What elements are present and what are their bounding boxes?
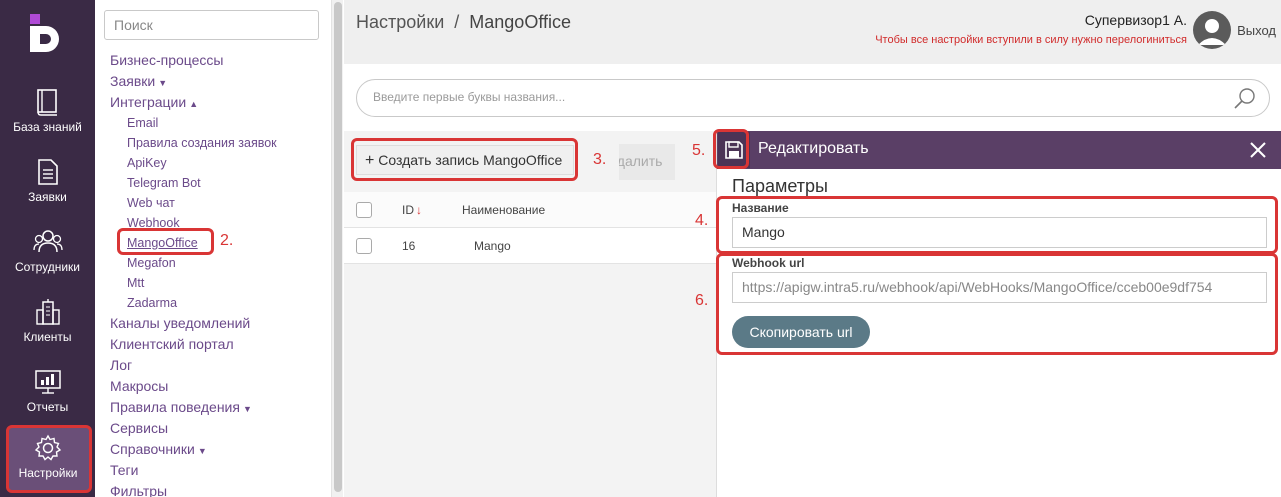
name-field-label: Название [732, 201, 789, 215]
rail-item-clients[interactable]: Клиенты [0, 292, 95, 358]
edit-panel-header: Редактировать [717, 131, 1281, 169]
tree-item-business-processes[interactable]: Бизнес-процессы [110, 52, 223, 68]
relogin-warning: Чтобы все настройки вступили в силу нужн… [875, 34, 1187, 46]
main-search-box [356, 79, 1270, 117]
annotation-number-3: 3. [593, 151, 607, 168]
rail-item-settings[interactable]: Настройки [6, 428, 90, 490]
scrollbar-thumb[interactable] [334, 2, 342, 492]
rail-label: Отчеты [26, 400, 69, 414]
settings-tree: Бизнес-процессы Заявки▼ Интеграции▲ Emai… [95, 0, 330, 497]
edit-panel-title: Редактировать [758, 140, 869, 157]
records-list-panel: + Создать запись MangoOffice Удалить ID↓… [344, 131, 716, 497]
document-icon [37, 159, 58, 185]
rail-label: Заявки [28, 190, 67, 204]
tree-sub-telegram-bot[interactable]: Telegram Bot [127, 176, 201, 190]
caret-up-icon: ▲ [189, 99, 199, 109]
tree-item-macros[interactable]: Макросы [110, 378, 168, 394]
main-search-input[interactable] [373, 90, 1213, 104]
rail-item-employees[interactable]: Сотрудники [0, 222, 95, 288]
avatar[interactable] [1193, 11, 1231, 49]
tree-sub-apikey[interactable]: ApiKey [127, 156, 167, 170]
row-name: Mango [474, 239, 511, 253]
rail-item-knowledge-base[interactable]: База знаний [0, 82, 95, 148]
records-table: ID ↓ Наименование 16 Mango [344, 192, 716, 264]
close-icon[interactable] [1248, 140, 1268, 160]
table-row[interactable]: 16 Mango [344, 228, 716, 264]
save-button[interactable] [718, 132, 750, 168]
tree-sub-request-rules[interactable]: Правила создания заявок [127, 136, 277, 150]
chart-monitor-icon [34, 370, 61, 394]
caret-down-icon: ▼ [158, 78, 168, 88]
row-id: 16 [402, 239, 416, 253]
annotation-number-5: 5. [692, 142, 706, 159]
rail-label: Сотрудники [15, 260, 80, 274]
building-icon [35, 299, 60, 325]
tree-search-input[interactable] [104, 10, 319, 40]
copy-url-button[interactable]: Скопировать url [732, 316, 870, 348]
tree-item-directories[interactable]: Справочники ▼ [110, 441, 207, 457]
search-icon[interactable] [1233, 87, 1257, 111]
user-name[interactable]: Супервизор1 А. [1085, 12, 1187, 28]
breadcrumb-separator: / [454, 12, 460, 32]
create-record-button[interactable]: + Создать запись MangoOffice [356, 145, 574, 175]
create-record-label: Создать запись MangoOffice [378, 152, 563, 168]
tree-sub-megafon[interactable]: Megafon [127, 256, 176, 270]
rail-item-reports[interactable]: Отчеты [0, 362, 95, 428]
gear-icon [34, 434, 62, 461]
name-field[interactable]: Mango [732, 217, 1267, 248]
rail-label: Настройки [18, 466, 78, 480]
column-header-id[interactable]: ID ↓ [402, 203, 422, 217]
tree-sub-mangooffice[interactable]: MangoOffice [127, 236, 198, 250]
row-checkbox[interactable] [356, 238, 372, 254]
tree-item-client-portal[interactable]: Клиентский портал [110, 336, 234, 352]
annotation-number-2: 2. [220, 232, 234, 249]
page-header: Настройки / MangoOffice Супервизор1 А. Что… [344, 0, 1281, 64]
tree-item-tags[interactable]: Теги [110, 462, 138, 478]
main-nav-rail: База знаний Заявки Сотрудники Клиенты От… [0, 0, 95, 497]
sort-desc-icon: ↓ [416, 203, 422, 217]
tree-sub-mtt[interactable]: Mtt [127, 276, 144, 290]
tree-item-services[interactable]: Сервисы [110, 420, 168, 436]
people-icon [32, 230, 63, 253]
book-icon [36, 89, 57, 116]
breadcrumb-root[interactable]: Настройки [356, 12, 444, 32]
rail-label: Клиенты [23, 330, 72, 344]
logout-link[interactable]: Выход [1237, 23, 1276, 38]
app-logo[interactable] [28, 14, 66, 52]
tree-item-requests[interactable]: Заявки ▼ [110, 73, 167, 89]
edit-panel: Редактировать Параметры Название Mango W… [716, 131, 1281, 497]
delete-label: Удалить [619, 153, 663, 169]
caret-down-icon: ▼ [197, 446, 207, 456]
webhook-url-field[interactable]: https://apigw.intra5.ru/webhook/api/WebH… [732, 272, 1267, 303]
rail-label: База знаний [13, 120, 82, 134]
caret-down-icon: ▼ [242, 404, 252, 414]
breadcrumb-current: MangoOffice [469, 12, 572, 32]
tree-sub-email[interactable]: Email [127, 116, 158, 130]
webhook-field-label: Webhook url [732, 256, 805, 270]
rail-item-requests[interactable]: Заявки [0, 152, 95, 218]
column-header-name[interactable]: Наименование [462, 203, 545, 217]
tree-item-notification-channels[interactable]: Каналы уведомлений [110, 315, 250, 331]
tree-item-filters[interactable]: Фильтры [110, 483, 167, 497]
save-icon [725, 141, 743, 159]
select-all-checkbox[interactable] [356, 202, 372, 218]
tree-item-integrations[interactable]: Интеграции ▲ [110, 94, 198, 110]
tree-sub-zadarma[interactable]: Zadarma [127, 296, 177, 310]
plus-icon: + [365, 152, 375, 169]
user-avatar-icon [1198, 19, 1226, 45]
section-title: Параметры [732, 176, 828, 196]
tree-sub-webhook[interactable]: Webhook [127, 216, 180, 230]
tree-item-behavior-rules[interactable]: Правила поведения ▼ [110, 399, 252, 415]
table-header-row: ID ↓ Наименование [344, 192, 716, 228]
tree-sub-web-chat[interactable]: Web чат [127, 196, 175, 210]
tree-item-log[interactable]: Лог [110, 357, 132, 373]
annotation-number-4: 4. [695, 212, 709, 229]
delete-button[interactable]: Удалить [619, 144, 675, 180]
breadcrumb: Настройки / MangoOffice [356, 12, 571, 33]
tree-scrollbar[interactable] [331, 0, 343, 497]
annotation-number-6: 6. [695, 292, 709, 309]
